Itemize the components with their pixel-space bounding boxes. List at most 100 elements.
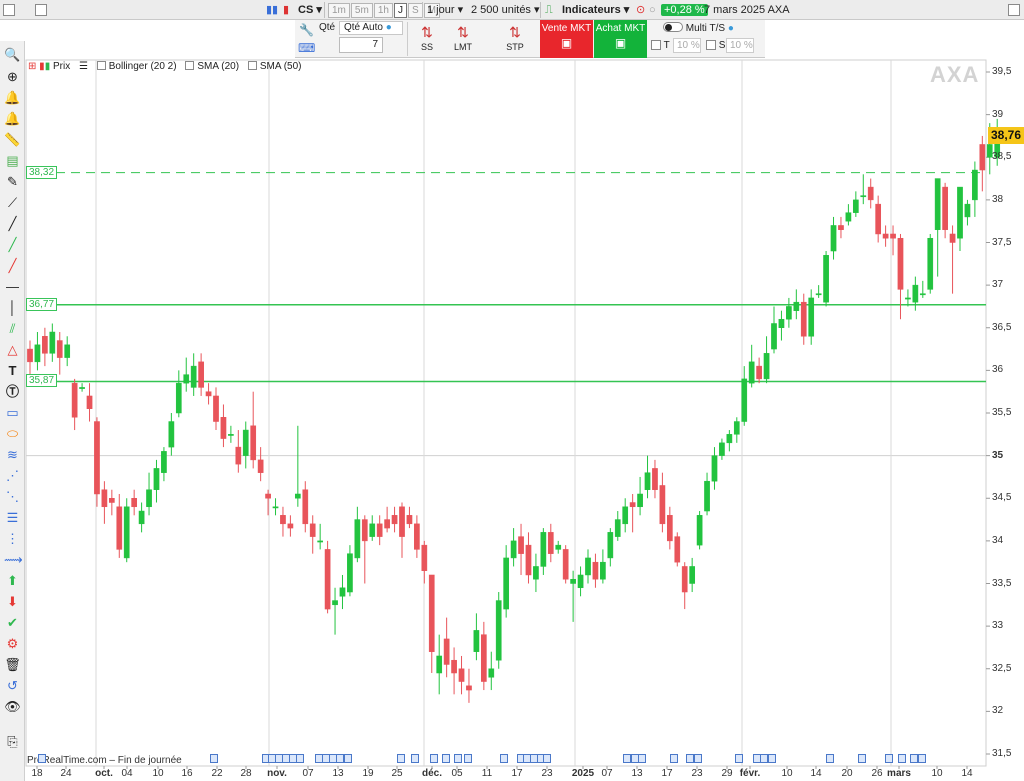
timeframe-button[interactable]: S	[407, 3, 423, 18]
target-pct-input[interactable]: 10 %	[673, 38, 701, 53]
order-type-lmt-button[interactable]: ⇅ LMT	[445, 22, 481, 56]
timeframe-button[interactable]: J	[393, 3, 407, 18]
fibonacci-icon[interactable]: ≋	[4, 446, 21, 463]
news-icon[interactable]	[500, 754, 508, 763]
trendline-up-icon[interactable]: ╱	[4, 236, 21, 253]
zone-icon[interactable]: ▤	[4, 152, 21, 169]
candle[interactable]	[808, 289, 815, 345]
sell-arrow-icon[interactable]: ⬇	[4, 593, 21, 610]
target-checkbox[interactable]: T	[651, 40, 670, 51]
chart-type-select[interactable]: CS ▾	[298, 2, 322, 18]
news-icon[interactable]	[38, 754, 46, 763]
window-expand-button[interactable]	[35, 4, 47, 16]
level-tag-mid[interactable]: 36,77	[26, 297, 58, 311]
level-tag-low[interactable]: 35,87	[26, 374, 58, 388]
legend-list-icon[interactable]: ☰	[79, 60, 88, 73]
stop-pct-input[interactable]: 10 %	[726, 38, 754, 53]
level-tag-high[interactable]: 38,32	[26, 165, 58, 179]
period-select[interactable]: 1 jour ▾	[427, 2, 463, 18]
indicators-icon[interactable]: ⎍	[545, 2, 553, 18]
bar-chart-icon[interactable]: ▮▮	[266, 2, 278, 18]
window-maximize-button[interactable]	[1008, 4, 1020, 16]
legend-sma20[interactable]: SMA (20)	[185, 60, 239, 73]
candle[interactable]	[927, 233, 934, 294]
settings-delete-icon[interactable]: ⚙	[4, 635, 21, 652]
price-chart[interactable]	[0, 0, 1024, 781]
news-icon[interactable]	[910, 754, 918, 763]
news-icon[interactable]	[735, 754, 743, 763]
candle[interactable]	[942, 182, 948, 239]
trendline-down-icon[interactable]: ╱	[4, 257, 21, 274]
news-icon[interactable]	[411, 754, 419, 763]
gann-fan-icon[interactable]: ⟿	[4, 551, 23, 568]
news-icon[interactable]	[430, 754, 438, 763]
news-icon[interactable]	[694, 754, 702, 763]
news-icon[interactable]	[670, 754, 678, 763]
gann-icon[interactable]: ⋮	[4, 530, 21, 547]
units-select[interactable]: 2 500 unités ▾	[471, 2, 540, 18]
pencil-icon[interactable]: ✎	[4, 173, 21, 190]
candle[interactable]	[562, 545, 569, 584]
volume-icon[interactable]: ▮	[283, 2, 289, 18]
candle[interactable]	[94, 417, 100, 507]
horizontal-line-icon[interactable]: —	[4, 278, 21, 295]
news-icon[interactable]	[760, 754, 768, 763]
candle[interactable]	[823, 251, 829, 307]
legend-price[interactable]: ⊞ ▮▮ Prix	[28, 60, 70, 73]
order-type-stp-button[interactable]: ⇅ STP	[497, 22, 533, 56]
candle[interactable]	[324, 540, 331, 614]
timeframe-button[interactable]: 1h	[373, 3, 393, 18]
news-icon[interactable]	[858, 754, 866, 763]
news-icon[interactable]	[638, 754, 646, 763]
legend-bollinger[interactable]: Bollinger (20 2)	[96, 60, 177, 73]
ellipse-icon[interactable]: ⬭	[4, 425, 21, 442]
news-icon[interactable]	[918, 754, 926, 763]
buy-arrow-icon[interactable]: ⬆	[4, 572, 21, 589]
news-icon[interactable]	[344, 754, 352, 763]
news-icon[interactable]	[768, 754, 776, 763]
indicators-button[interactable]: Indicateurs ▾	[562, 2, 629, 18]
zoom-area-icon[interactable]: ⊕	[4, 68, 21, 85]
check-icon[interactable]: ✔	[4, 614, 21, 631]
fibonacci-f-icon[interactable]: ☰	[4, 509, 21, 526]
segment-icon[interactable]: ⟋	[4, 194, 21, 211]
text-icon[interactable]: T	[4, 362, 21, 379]
sell-market-button[interactable]: Vente MKT ▣	[540, 20, 593, 58]
vertical-line-icon[interactable]: │	[4, 299, 21, 316]
news-icon[interactable]	[898, 754, 906, 763]
candle[interactable]	[696, 511, 703, 550]
channel-icon[interactable]: ⫽	[4, 320, 21, 337]
eye-icon[interactable]: 👁	[4, 698, 21, 715]
ruler-icon[interactable]: 📏	[4, 131, 21, 148]
fan-icon[interactable]: ⋱	[4, 488, 21, 505]
line-icon[interactable]: ╱	[4, 215, 21, 232]
alert-icon[interactable]: ⊙	[636, 2, 645, 18]
alert-bell-icon[interactable]: 🔔	[4, 89, 21, 106]
stop-checkbox[interactable]: S	[706, 40, 725, 51]
alert-icon[interactable]: 🔔	[4, 110, 21, 127]
undo-icon[interactable]: ↺	[4, 677, 21, 694]
candle[interactable]	[495, 592, 502, 669]
text-bubble-icon[interactable]: Ⓣ	[4, 383, 21, 400]
order-type-ss-button[interactable]: ⇅ SS	[409, 22, 445, 56]
window-minimize-button[interactable]	[3, 4, 15, 16]
news-icon[interactable]	[454, 754, 462, 763]
candle[interactable]	[123, 498, 130, 563]
multi-ts-toggle[interactable]: Multi T/S ●	[663, 22, 734, 34]
candle[interactable]	[674, 532, 681, 567]
wrench-icon[interactable]: 🔧	[299, 23, 314, 37]
timeframe-button[interactable]: 5m	[350, 3, 373, 18]
qty-auto-select[interactable]: Qté Auto ●	[339, 21, 403, 35]
news-icon[interactable]	[885, 754, 893, 763]
keyboard-icon[interactable]: ⌨	[298, 41, 315, 55]
news-icon[interactable]	[442, 754, 450, 763]
news-icon[interactable]	[296, 754, 304, 763]
news-icon[interactable]	[464, 754, 472, 763]
news-icon[interactable]	[397, 754, 405, 763]
news-icon[interactable]	[623, 754, 631, 763]
news-icon[interactable]	[826, 754, 834, 763]
trash-icon[interactable]: 🗑	[4, 656, 21, 673]
news-icon[interactable]	[543, 754, 551, 763]
qty-input[interactable]: 7	[339, 37, 383, 53]
news-icon[interactable]	[336, 754, 344, 763]
